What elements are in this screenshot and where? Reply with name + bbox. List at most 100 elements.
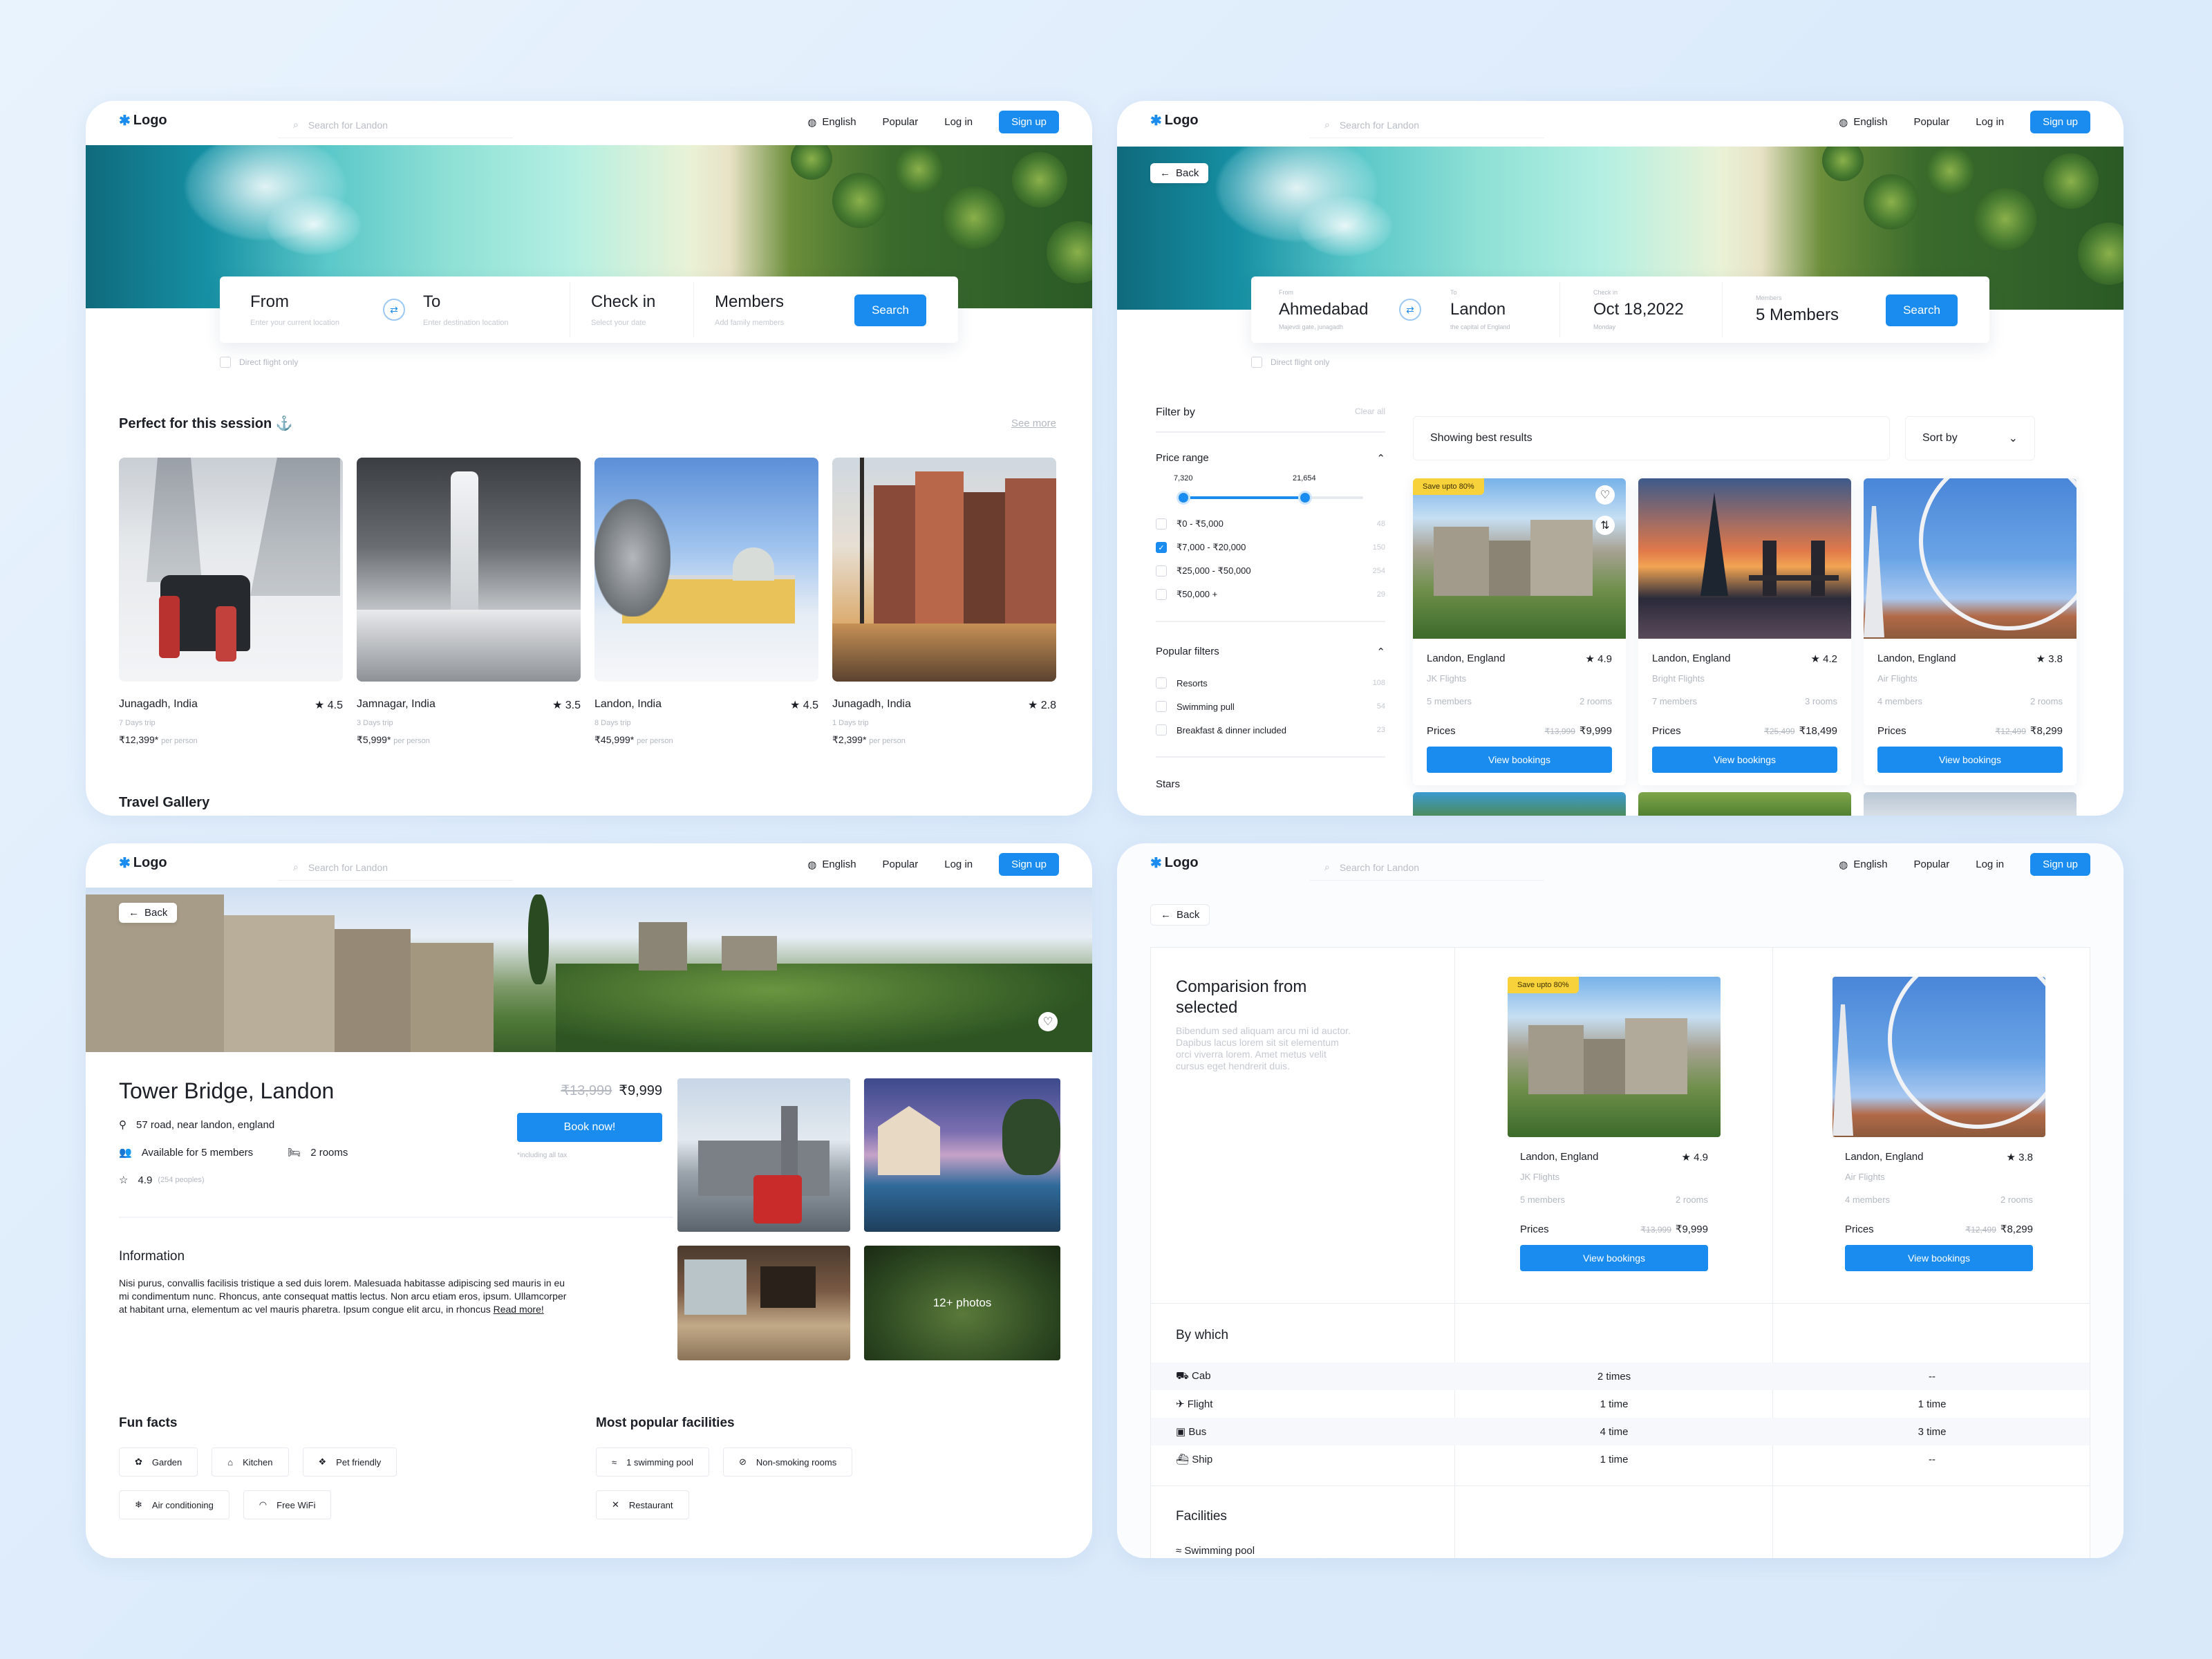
heart-icon[interactable]: ♡ — [1595, 485, 1615, 505]
more-photos-image[interactable]: 12+ photos — [864, 1246, 1060, 1360]
view-bookings-button[interactable]: View bookings — [1652, 747, 1837, 773]
logo[interactable]: ✱ Logo — [1150, 112, 1199, 129]
nav-search-input[interactable]: ⌕ Search for Landon — [1309, 854, 1544, 881]
language-selector[interactable]: ◍ English — [807, 859, 856, 871]
slider-max-handle[interactable] — [1298, 491, 1312, 505]
destination-card[interactable]: Jamnagar, India ★ 3.5 3 Days trip ₹5,999*… — [357, 458, 581, 746]
stars-toggle[interactable]: Stars — [1156, 778, 1385, 790]
compare-icon[interactable]: ⇅ — [1595, 516, 1615, 535]
read-more-link[interactable]: Read more! — [494, 1304, 544, 1315]
checkbox[interactable] — [1251, 357, 1262, 368]
to-field[interactable]: To Landon the capital of England — [1431, 276, 1559, 343]
view-bookings-button[interactable]: View bookings — [1877, 747, 2063, 773]
language-selector[interactable]: ◍ English — [1839, 859, 1887, 871]
chevron-up-icon: ⌃ — [1376, 646, 1385, 658]
tower-bridge-image — [1638, 478, 1851, 639]
login-link[interactable]: Log in — [1976, 859, 2004, 870]
gallery-image[interactable] — [677, 1246, 850, 1360]
fun-fact-chip[interactable]: ⌂ Kitchen — [212, 1447, 289, 1477]
destination-card[interactable]: Junagadh, India ★ 4.5 7 Days trip ₹12,399… — [119, 458, 343, 746]
price-slider[interactable]: 7,320 21,654 — [1156, 465, 1385, 513]
heart-icon[interactable]: ♡ — [1038, 1012, 1058, 1031]
login-link[interactable]: Log in — [944, 116, 973, 128]
rating: ★ 4.9 — [1585, 653, 1612, 665]
popular-link[interactable]: Popular — [883, 859, 919, 870]
see-more-link[interactable]: See more — [1011, 418, 1056, 429]
fun-fact-chip[interactable]: ❄ Air conditioning — [119, 1490, 229, 1519]
slider-min-handle[interactable] — [1177, 491, 1190, 505]
price-option[interactable]: ✓ ₹7,000 - ₹20,000 150 — [1156, 542, 1385, 553]
facility-chip[interactable]: ✕ Restaurant — [596, 1490, 689, 1519]
login-link[interactable]: Log in — [944, 859, 973, 870]
popular-link[interactable]: Popular — [1914, 116, 1950, 128]
price-option[interactable]: ₹50,000 +29 — [1156, 589, 1385, 600]
direct-flight-checkbox[interactable]: Direct flight only — [220, 357, 298, 368]
signup-button[interactable]: Sign up — [2030, 853, 2090, 876]
facility-chip[interactable]: ≈1 swimming pool — [596, 1447, 709, 1477]
back-button[interactable]: ← Back — [119, 903, 178, 923]
language-selector[interactable]: ◍ English — [807, 116, 856, 129]
popular-link[interactable]: Popular — [883, 116, 919, 128]
back-button[interactable]: ← Back — [1150, 163, 1209, 183]
search-icon: ⌕ — [293, 119, 299, 130]
members-field[interactable]: Members Add family members — [694, 276, 846, 343]
top-nav: ✱ Logo ⌕ Search for Landon ◍ English Popula… — [86, 843, 1092, 888]
logo[interactable]: ✱ Logo — [119, 854, 167, 872]
view-bookings-button[interactable]: View bookings — [1427, 747, 1612, 773]
book-now-button[interactable]: Book now! — [517, 1113, 662, 1142]
signup-button[interactable]: Sign up — [999, 111, 1059, 133]
detail-screen: ✱ Logo ⌕ Search for Landon ◍ English Popula… — [86, 843, 1092, 1558]
destination-card[interactable]: Junagadh, India ★ 2.8 1 Days trip ₹2,399*… — [832, 458, 1056, 746]
price-option[interactable]: ₹0 - ₹5,000 48 — [1156, 518, 1385, 529]
check-icon[interactable]: ✓ — [1156, 542, 1167, 553]
back-button[interactable]: ← Back — [1150, 904, 1210, 926]
fun-fact-chip[interactable]: ❖ Pet friendly — [302, 1447, 397, 1477]
sort-dropdown[interactable]: Sort by ⌄ — [1905, 416, 2035, 460]
hotel-card[interactable]: Landon, England ★ 4.2 Bright Flights 7 me… — [1638, 478, 1851, 785]
logo[interactable]: ✱ Logo — [1150, 854, 1199, 872]
view-bookings-button[interactable]: View bookings — [1520, 1245, 1708, 1271]
popular-option[interactable]: Resorts 108 — [1156, 677, 1385, 688]
compare-card[interactable]: Save upto 80% Landon, England ★ 4.9 JK Fl… — [1508, 977, 1721, 1284]
swap-icon[interactable]: ⇄ — [1399, 299, 1421, 321]
login-link[interactable]: Log in — [1976, 116, 2004, 128]
signup-button[interactable]: Sign up — [2030, 111, 2090, 133]
popular-option[interactable]: Breakfast & dinner included 23 — [1156, 724, 1385, 735]
hotel-card[interactable]: Save upto 80% ♡ ⇅ Landon, England ★ 4.9 J… — [1413, 478, 1626, 785]
popular-option[interactable]: Swimming pull 54 — [1156, 701, 1385, 712]
palace-image — [594, 458, 818, 682]
from-field[interactable]: From Enter your current location — [220, 276, 383, 343]
to-field[interactable]: To Enter destination location — [383, 276, 570, 343]
gallery-image[interactable] — [677, 1078, 850, 1232]
price-option[interactable]: ₹25,000 - ₹50,000 254 — [1156, 565, 1385, 577]
fun-fact-chip[interactable]: ◠ Free WiFi — [243, 1490, 332, 1519]
popular-link[interactable]: Popular — [1914, 859, 1950, 870]
members-field[interactable]: Members 5 Members — [1723, 276, 1875, 343]
rating: ★ 3.5 — [552, 700, 581, 711]
checkbox[interactable] — [220, 357, 231, 368]
section-title: Perfect for this session ⚓ — [119, 416, 293, 431]
search-button[interactable]: Search — [1886, 294, 1958, 326]
price-range-toggle[interactable]: Price range ⌃ — [1156, 452, 1385, 465]
search-button[interactable]: Search — [854, 294, 926, 326]
checkin-field[interactable]: Check in Oct 18,2022 Monday — [1560, 276, 1722, 343]
popular-filters-toggle[interactable]: Popular filters ⌃ — [1156, 646, 1385, 658]
nav-search-input[interactable]: ⌕ Search for Landon — [278, 854, 513, 881]
fun-fact-chip[interactable]: ✿ Garden — [119, 1447, 198, 1477]
nav-search-input[interactable]: ⌕ Search for Landon — [278, 112, 513, 138]
compare-title: Comparision from selected — [1176, 977, 1307, 1017]
clear-all-link[interactable]: Clear all — [1355, 406, 1385, 419]
view-bookings-button[interactable]: View bookings — [1845, 1245, 2033, 1271]
nav-search-input[interactable]: ⌕ Search for Landon — [1309, 112, 1544, 138]
direct-flight-checkbox[interactable]: Direct flight only — [1251, 357, 1329, 368]
waterfall-image — [357, 458, 581, 682]
facility-chip[interactable]: ⊘ Non-smoking rooms — [722, 1447, 853, 1477]
logo[interactable]: ✱ Logo — [119, 112, 167, 129]
hotel-card[interactable]: Landon, England ★ 3.8 Air Flights 4 membe… — [1864, 478, 2077, 785]
compare-card[interactable]: Landon, England ★ 3.8 Air Flights 4 membe… — [1833, 977, 2045, 1284]
gallery-image[interactable] — [864, 1078, 1060, 1232]
destination-card[interactable]: Landon, India ★ 4.5 8 Days trip ₹45,999* … — [594, 458, 818, 746]
signup-button[interactable]: Sign up — [999, 853, 1059, 876]
language-selector[interactable]: ◍ English — [1839, 116, 1887, 129]
checkin-field[interactable]: Check in Select your date — [570, 276, 693, 343]
